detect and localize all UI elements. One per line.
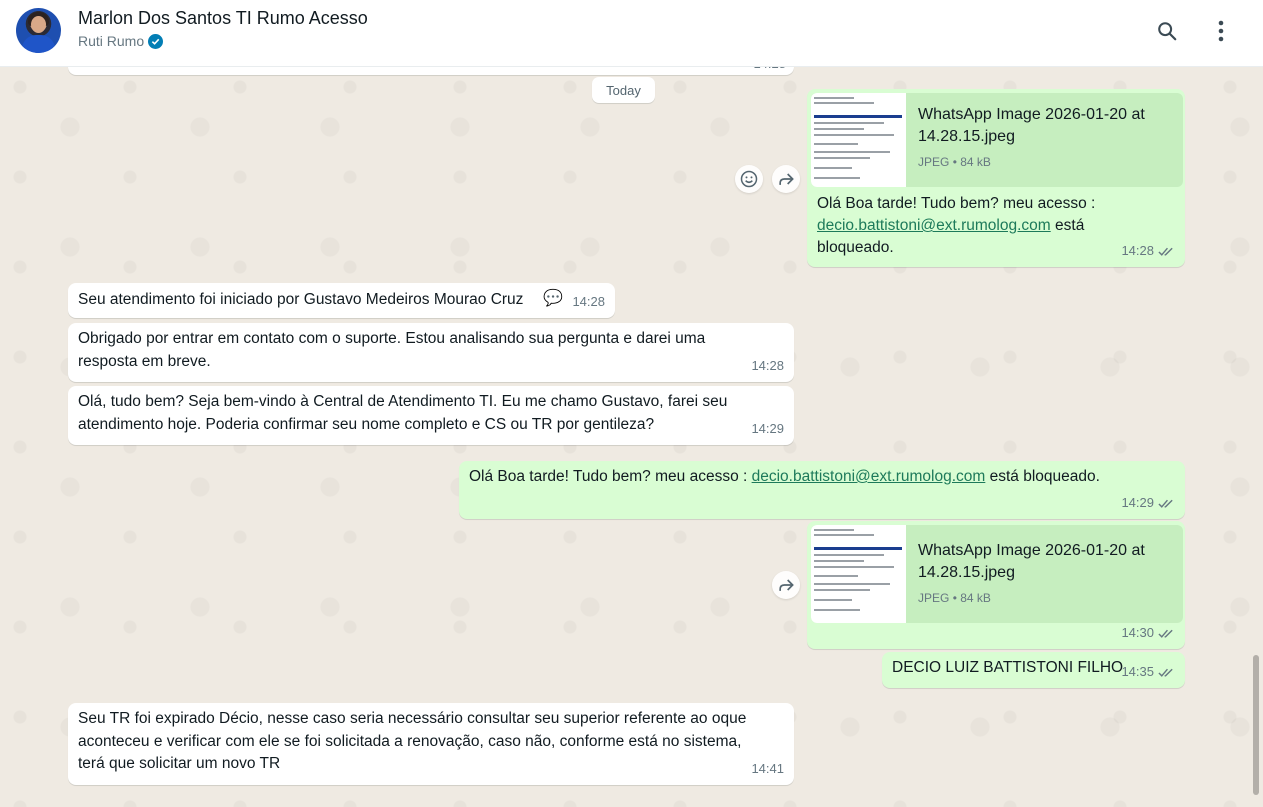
chat-header: Marlon Dos Santos TI Rumo Acesso Ruti Ru… <box>0 0 1263 67</box>
file-name: WhatsApp Image 2026-01-20 at 14.28.15.jp… <box>918 542 1145 581</box>
message-meta: 14:29 <box>751 421 784 436</box>
image-attachment[interactable]: WhatsApp Image 2026-01-20 at 14.28.15.jp… <box>811 93 1183 187</box>
search-icon[interactable] <box>1152 16 1182 46</box>
forward-icon[interactable] <box>772 165 800 193</box>
outgoing-message[interactable]: WhatsApp Image 2026-01-20 at 14.28.15.jp… <box>807 89 1185 267</box>
previous-message: 14:28 <box>68 67 794 75</box>
outgoing-message[interactable]: DECIO LUIZ BATTISTONI FILHO 14:35 <box>882 652 1185 688</box>
double-check-icon <box>1158 668 1173 677</box>
file-name: WhatsApp Image 2026-01-20 at 14.28.15.jp… <box>918 106 1145 145</box>
message-time: 14:28 <box>753 67 786 75</box>
scrollbar-thumb[interactable] <box>1253 655 1259 795</box>
message-text: Olá Boa tarde! Tudo bem? meu acesso : de… <box>817 195 1096 256</box>
image-thumbnail <box>811 525 906 623</box>
message-text: Obrigado por entrar em contato com o sup… <box>78 330 706 347</box>
email-link[interactable]: decio.battistoni@ext.rumolog.com <box>752 468 986 485</box>
email-link[interactable]: decio.battistoni@ext.rumolog.com <box>817 217 1051 234</box>
incoming-message[interactable]: Obrigado por entrar em contato com o sup… <box>68 323 794 382</box>
incoming-message[interactable]: Seu atendimento foi iniciado por Gustavo… <box>68 283 615 318</box>
message-text: Olá, tudo bem? Seja bem-vindo à Central … <box>78 393 728 410</box>
message-meta: 14:29 <box>1121 492 1175 514</box>
message-meta: 14:41 <box>751 761 784 776</box>
file-meta: JPEG • 84 kB <box>918 155 991 169</box>
incoming-message[interactable]: Olá, tudo bem? Seja bem-vindo à Central … <box>68 386 794 445</box>
emoji-reaction-icon[interactable] <box>735 165 763 193</box>
more-options-icon[interactable] <box>1206 16 1236 46</box>
contact-avatar[interactable] <box>16 8 61 53</box>
message-text: Seu TR foi expirado Décio, nesse caso se… <box>78 710 747 727</box>
image-attachment[interactable]: WhatsApp Image 2026-01-20 at 14.28.15.jp… <box>811 525 1183 623</box>
chat-subtitle: Ruti Rumo <box>78 33 164 49</box>
image-thumbnail <box>811 93 906 187</box>
message-meta: 14:28 <box>1121 240 1175 262</box>
message-meta: 14:35 <box>1121 661 1175 683</box>
message-text: terá que solicitar um novo TR <box>78 755 281 772</box>
double-check-icon <box>1158 247 1173 256</box>
incoming-message[interactable]: Seu TR foi expirado Décio, nesse caso se… <box>68 703 794 785</box>
double-check-icon <box>1158 629 1173 638</box>
date-divider: Today <box>592 77 655 103</box>
verified-badge-icon <box>148 33 164 49</box>
message-text: Seu atendimento foi iniciado por Gustavo… <box>78 291 524 308</box>
message-text: aconteceu e verificar com ele se foi sol… <box>78 733 742 750</box>
double-check-icon <box>1158 499 1173 508</box>
message-text: Olá Boa tarde! Tudo bem? meu acesso : de… <box>469 468 1100 485</box>
outgoing-message[interactable]: Olá Boa tarde! Tudo bem? meu acesso : de… <box>459 461 1185 519</box>
message-text: resposta em breve. <box>78 353 211 370</box>
forward-icon[interactable] <box>772 571 800 599</box>
chat-title[interactable]: Marlon Dos Santos TI Rumo Acesso <box>78 8 368 29</box>
message-list[interactable]: 14:28 Today WhatsApp Image 2026-01-20 at <box>0 67 1263 807</box>
message-text: DECIO LUIZ BATTISTONI FILHO <box>892 659 1124 676</box>
message-meta: 14:30 <box>1121 622 1175 644</box>
message-meta: 14:28 <box>751 358 784 373</box>
subtitle-text: Ruti Rumo <box>78 33 145 49</box>
message-meta: 14:28 <box>572 294 605 309</box>
outgoing-message[interactable]: WhatsApp Image 2026-01-20 at 14.28.15.jp… <box>807 521 1185 649</box>
file-meta: JPEG • 84 kB <box>918 591 991 605</box>
speech-balloon-icon: 💬 <box>543 290 563 307</box>
message-text: atendimento hoje. Poderia confirmar seu … <box>78 416 655 433</box>
